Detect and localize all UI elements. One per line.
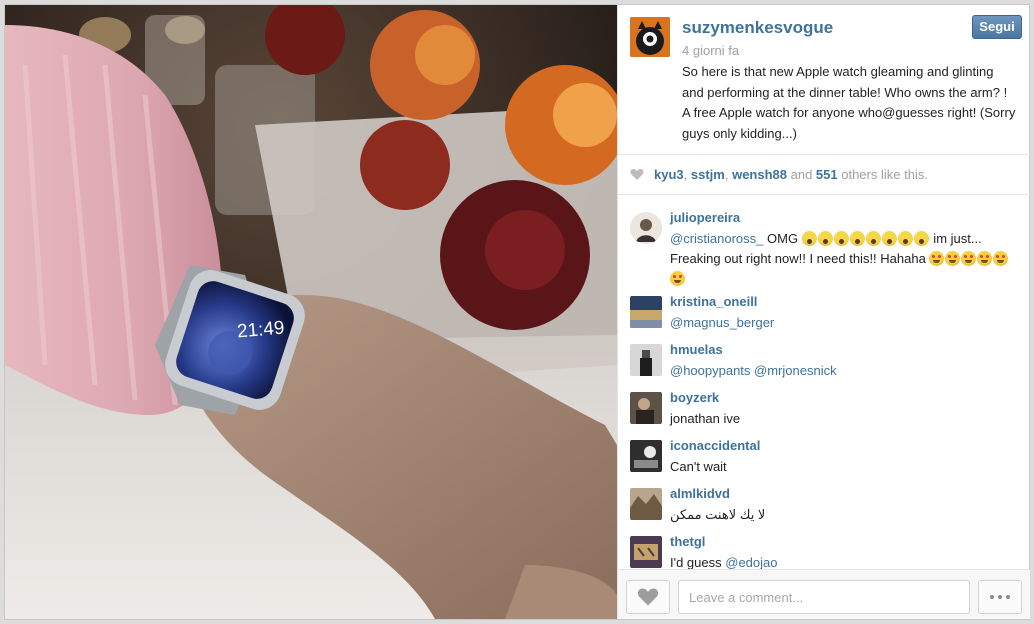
comment-username[interactable]: iconaccidental [670, 438, 760, 453]
commenter-avatar[interactable] [630, 344, 662, 376]
likes-summary: kyu3, sstjm, wensh88 and 551 others like… [618, 155, 1030, 195]
post-header: suzymenkesvogue 4 giorni fa So here is t… [618, 5, 1030, 155]
heart-eyes-emoji-icon [929, 251, 945, 266]
scream-emoji-icon [897, 231, 913, 246]
heart-icon [630, 169, 644, 180]
photo-illustration: 21:49 [5, 5, 617, 619]
comment-bar [618, 569, 1030, 619]
comment-text: لا يك لاهنت ممكن [670, 505, 1016, 525]
commenter-avatar[interactable] [630, 296, 662, 328]
scream-emoji-icon [817, 231, 833, 246]
comment-text: Can't wait [670, 457, 1016, 477]
like-button[interactable] [626, 580, 670, 614]
ellipsis-icon [1006, 595, 1010, 599]
comment-text-part: OMG [763, 231, 802, 246]
avatar-image [630, 392, 662, 424]
comment-item: boyzerk jonathan ive [618, 390, 1030, 438]
follow-button[interactable]: Segui [972, 15, 1022, 39]
comment-item: thetgl I'd guess @edojao [618, 534, 1030, 569]
commenter-avatar[interactable] [630, 488, 662, 520]
comment-text-part: jonathan ive [670, 411, 741, 426]
comment-text-part: لا يك لاهنت ممكن [670, 507, 766, 522]
like-separator: , [724, 167, 733, 182]
comment-item: hmuelas @hoopypants @mrjonesnick [618, 342, 1030, 390]
comment-text: jonathan ive [670, 409, 1016, 429]
heart-eyes-emoji-icon [670, 271, 685, 286]
comments-list[interactable]: juliopereira @cristianoross_ OMG im just… [618, 196, 1030, 569]
like-user[interactable]: wensh88 [732, 167, 787, 182]
avatar-image [630, 212, 662, 244]
heart-eyes-emoji-icon [961, 251, 977, 266]
comment-item: kristina_oneill @magnus_berger [618, 294, 1030, 342]
more-options-button[interactable] [978, 580, 1022, 614]
comment-item: almlkidvd لا يك لاهنت ممكن [618, 486, 1030, 534]
comment-username[interactable]: boyzerk [670, 390, 719, 405]
commenter-avatar[interactable] [630, 212, 662, 244]
likes-others-label: others like this. [837, 167, 928, 182]
emoji-group-scream [801, 231, 930, 246]
like-user[interactable]: kyu3 [654, 167, 684, 182]
ellipsis-icon [990, 595, 994, 599]
commenter-avatar[interactable] [630, 440, 662, 472]
comment-mention[interactable]: @hoopypants @mrjonesnick [670, 363, 837, 378]
heart-eyes-emoji-icon [993, 251, 1009, 266]
instagram-post-modal: 21:49 suzymenkesvogue 4 giorni fa So her… [4, 4, 1030, 620]
comment-username[interactable]: almlkidvd [670, 486, 730, 501]
heart-eyes-emoji-icon [977, 251, 993, 266]
comment-text-part: I'd guess [670, 555, 726, 569]
scream-emoji-icon [833, 231, 849, 246]
comment-mention[interactable]: @magnus_berger [670, 315, 774, 330]
scream-emoji-icon [881, 231, 897, 246]
comment-text: I'd guess @edojao [670, 553, 1016, 569]
comment-mention[interactable]: @edojao [725, 555, 777, 569]
owner-avatar[interactable] [630, 17, 670, 57]
comment-username[interactable]: hmuelas [670, 342, 723, 357]
comment-username[interactable]: thetgl [670, 534, 705, 549]
comment-item: iconaccidental Can't wait [618, 438, 1030, 486]
comment-text: @cristianoross_ OMG im just... Freaking … [670, 229, 1016, 289]
post-caption: So here is that new Apple watch gleaming… [682, 64, 1016, 141]
commenter-avatar[interactable] [630, 392, 662, 424]
scream-emoji-icon [865, 231, 881, 246]
comment-text-part: Can't wait [670, 459, 727, 474]
commenter-avatar[interactable] [630, 536, 662, 568]
scream-emoji-icon [849, 231, 865, 246]
likes-others-count[interactable]: 551 [816, 167, 838, 182]
scream-emoji-icon [913, 231, 929, 246]
avatar-image [630, 17, 670, 57]
avatar-image [630, 296, 662, 328]
heart-eyes-emoji-icon [945, 251, 961, 266]
avatar-image [630, 344, 662, 376]
avatar-image [630, 488, 662, 520]
post-details-panel: suzymenkesvogue 4 giorni fa So here is t… [617, 5, 1030, 619]
likes-and-label: and [787, 167, 816, 182]
heart-icon [637, 588, 659, 606]
like-separator: , [683, 167, 691, 182]
comment-username[interactable]: kristina_oneill [670, 294, 757, 309]
comment-item: juliopereira @cristianoross_ OMG im just… [618, 210, 1030, 294]
watch-time: 21:49 [236, 317, 285, 342]
post-timestamp[interactable]: 4 giorni fa [682, 43, 739, 58]
avatar-image [630, 536, 662, 568]
avatar-image [630, 440, 662, 472]
owner-username[interactable]: suzymenkesvogue [682, 18, 833, 38]
ellipsis-icon [998, 595, 1002, 599]
comment-mention[interactable]: @cristianoross_ [670, 231, 763, 246]
like-user[interactable]: sstjm [691, 167, 725, 182]
comment-input[interactable] [678, 580, 970, 614]
comment-username[interactable]: juliopereira [670, 210, 740, 225]
comment-text: @magnus_berger [670, 313, 1016, 333]
post-photo[interactable]: 21:49 [5, 5, 617, 619]
scream-emoji-icon [801, 231, 817, 246]
comment-text: @hoopypants @mrjonesnick [670, 361, 1016, 381]
